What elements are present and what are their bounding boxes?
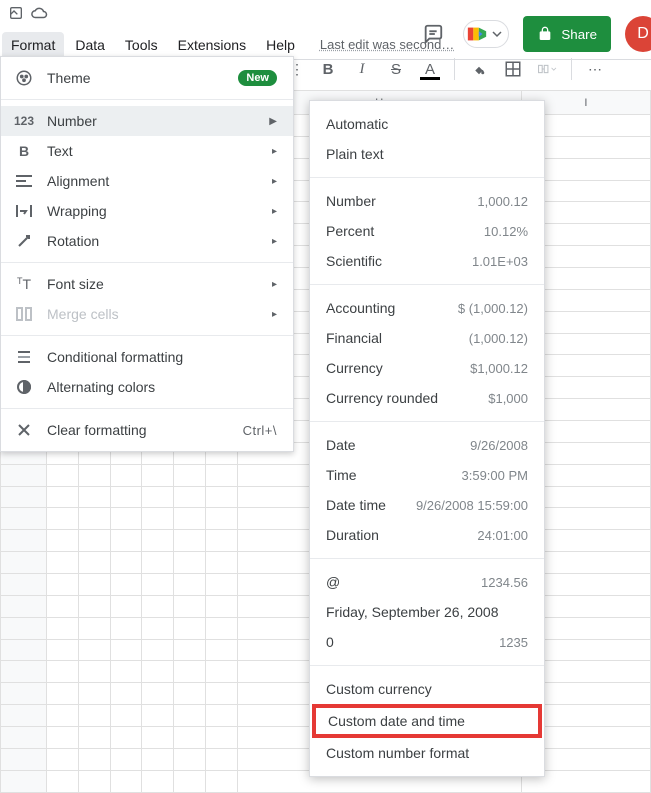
clear-icon (15, 422, 33, 438)
avatar[interactable]: D (625, 16, 651, 52)
rotation-icon (15, 233, 33, 249)
chevron-right-icon: ▸ (272, 146, 277, 157)
more-options-icon[interactable]: ⋯ (586, 61, 606, 78)
chevron-right-icon: ▸ (272, 176, 277, 187)
star-icon[interactable] (8, 5, 24, 21)
format-clear[interactable]: Clear formatting Ctrl+\ (1, 415, 293, 445)
numfmt-currency[interactable]: Currency$1,000.12 (310, 353, 544, 383)
chevron-right-icon: ▸ (272, 206, 277, 217)
format-conditional[interactable]: Conditional formatting (1, 342, 293, 372)
numfmt-accounting[interactable]: Accounting$ (1,000.12) (310, 293, 544, 323)
numfmt-duration[interactable]: Duration24:01:00 (310, 520, 544, 550)
numfmt-financial[interactable]: Financial(1,000.12) (310, 323, 544, 353)
numfmt-plain[interactable]: Plain text (310, 139, 544, 169)
format-wrapping[interactable]: Wrapping ▸ (1, 196, 293, 226)
numfmt-zero[interactable]: 01235 (310, 627, 544, 657)
merge-cells-icon[interactable] (537, 60, 557, 78)
shortcut-label: Ctrl+\ (243, 423, 277, 438)
bold-icon[interactable]: B (318, 61, 338, 78)
numfmt-longdate[interactable]: Friday, September 26, 2008 (310, 597, 544, 627)
numfmt-date[interactable]: Date9/26/2008 (310, 430, 544, 460)
menu-help[interactable]: Help (257, 32, 304, 58)
format-alternating-colors[interactable]: Alternating colors (1, 372, 293, 402)
numfmt-automatic[interactable]: Automatic (310, 109, 544, 139)
format-font-size[interactable]: TT Font size ▸ (1, 269, 293, 299)
borders-icon[interactable] (503, 60, 523, 78)
format-rotation[interactable]: Rotation ▸ (1, 226, 293, 256)
format-merge-cells: Merge cells ▸ (1, 299, 293, 329)
format-text[interactable]: B Text ▸ (1, 136, 293, 166)
share-button[interactable]: Share (523, 16, 611, 52)
meet-button[interactable] (463, 20, 509, 48)
wrap-icon (15, 204, 33, 218)
format-dropdown: Theme New 123 Number ▶ B Text ▸ Alignmen… (0, 56, 294, 452)
comment-history-icon[interactable] (417, 18, 449, 50)
chevron-right-icon: ▸ (272, 236, 277, 247)
altcolors-icon (15, 379, 33, 395)
text-color-icon[interactable]: A (420, 61, 440, 78)
number-submenu: Automatic Plain text Number1,000.12 Perc… (309, 100, 545, 777)
conditional-icon (15, 350, 33, 364)
strikethrough-icon[interactable]: S (386, 61, 406, 78)
bold-menu-icon: B (15, 143, 33, 159)
share-label: Share (561, 27, 597, 42)
menu-data[interactable]: Data (66, 32, 114, 58)
menu-tools[interactable]: Tools (116, 32, 167, 58)
numfmt-datetime[interactable]: Date time9/26/2008 15:59:00 (310, 490, 544, 520)
numfmt-custom-datetime[interactable]: Custom date and time (312, 704, 542, 738)
text-format-toolbar: ⋮ B I S A ⋯ (300, 58, 606, 80)
numfmt-custom-currency[interactable]: Custom currency (310, 674, 544, 704)
number-icon: 123 (15, 114, 33, 128)
chevron-right-icon: ▸ (272, 279, 277, 290)
numfmt-percent[interactable]: Percent10.12% (310, 216, 544, 246)
theme-icon (15, 69, 33, 87)
fill-color-icon[interactable] (469, 60, 489, 78)
numfmt-scientific[interactable]: Scientific1.01E+03 (310, 246, 544, 276)
numfmt-atsign[interactable]: @1234.56 (310, 567, 544, 597)
numfmt-currency-rounded[interactable]: Currency rounded$1,000 (310, 383, 544, 413)
chevron-right-icon: ▸ (272, 309, 277, 320)
align-icon (15, 174, 33, 188)
format-theme[interactable]: Theme New (1, 63, 293, 93)
italic-icon[interactable]: I (352, 61, 372, 78)
numfmt-time[interactable]: Time3:59:00 PM (310, 460, 544, 490)
menu-extensions[interactable]: Extensions (169, 32, 255, 58)
numfmt-number[interactable]: Number1,000.12 (310, 186, 544, 216)
chevron-right-icon: ▶ (269, 116, 277, 127)
numfmt-custom-number[interactable]: Custom number format (310, 738, 544, 768)
fontsize-icon: TT (15, 276, 33, 292)
format-number[interactable]: 123 Number ▶ (1, 106, 293, 136)
merge-icon (15, 307, 33, 321)
cloud-icon[interactable] (30, 6, 48, 20)
format-alignment[interactable]: Alignment ▸ (1, 166, 293, 196)
menu-format[interactable]: Format (2, 32, 64, 58)
new-badge: New (238, 70, 277, 86)
